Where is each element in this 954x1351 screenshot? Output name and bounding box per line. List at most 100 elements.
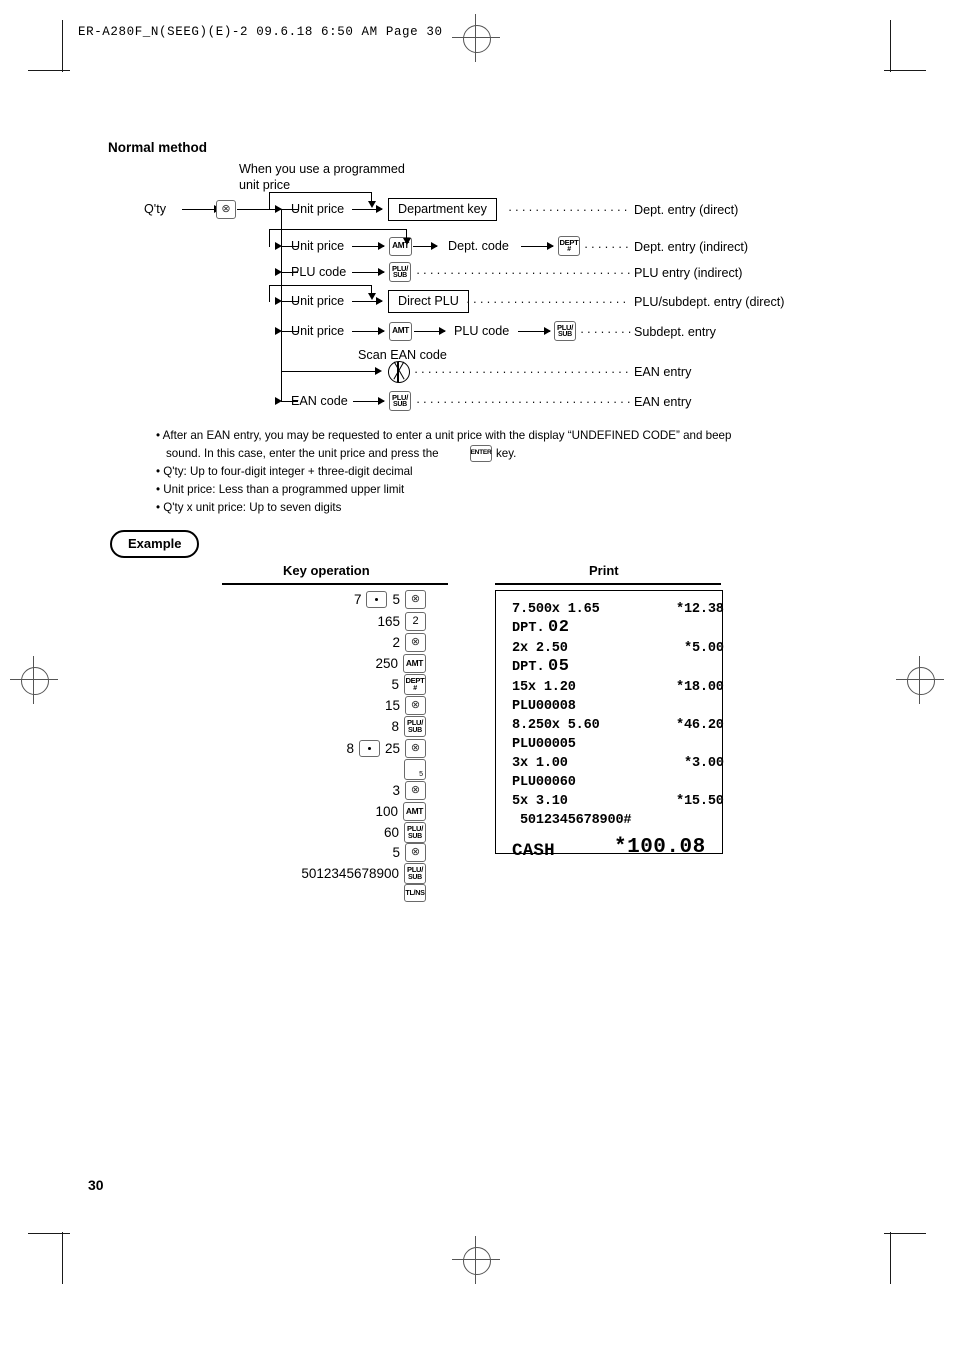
plu-sub-key-icon: PLU/SUB (389, 262, 411, 282)
flow-connector (281, 371, 378, 373)
operation-digits: 100 (375, 804, 398, 819)
crop-mark-bottom-right-horizontal (884, 1233, 926, 1234)
row-4-result-label: PLU/subdept. entry (direct) (634, 295, 785, 309)
multiply-key-icon: ⊗ (405, 781, 426, 800)
leader-dots: ········································… (416, 395, 630, 409)
multiply-key-icon: ⊗ (405, 739, 426, 758)
key-operation-row: 5 ⊗ (248, 843, 426, 862)
operation-digits: 2 (392, 635, 400, 650)
scan-ean-code-label: Scan EAN code (358, 348, 447, 362)
flow-arrow (275, 397, 282, 405)
flow-arrow-down (368, 293, 376, 300)
crop-mark-bottom-right-vertical (890, 1232, 891, 1284)
operation-digits: 7 (353, 592, 362, 607)
flow-start-label: Q'ty (144, 202, 166, 216)
key-operation-row: 60 PLU/SUB (248, 822, 426, 843)
row-1-input-label: Unit price (291, 202, 345, 216)
decimal-point-key-icon (358, 740, 380, 757)
key-operation-row: 7 5 ⊗ (248, 590, 426, 609)
entry-method-flow-diagram: When you use a programmed unit price Q't… (0, 0, 954, 430)
operation-digits: 8 (391, 719, 399, 734)
operation-digits: 3 (392, 783, 400, 798)
leader-dots: ·········· (580, 325, 632, 339)
flow-arrow (275, 297, 282, 305)
key-operation-row: 250 AMT (248, 654, 426, 673)
receipt-line-left: 5x 3.10 (512, 794, 568, 809)
row-3-input-label: PLU code (291, 265, 347, 279)
key-operation-row: TL/NS (248, 884, 426, 902)
flow-bypass-vertical (269, 229, 271, 247)
multiply-key-icon: ⊗ (405, 843, 426, 862)
flow-connector (182, 209, 214, 211)
receipt-line-left: 2x 2.50 (512, 641, 568, 656)
receipt-line-left: 8.250x 5.60 (512, 718, 600, 733)
plu-sub-key-icon: PLU/SUB (404, 863, 426, 884)
key-operation-row: 5 (248, 759, 426, 780)
multiply-key-icon: ⊗ (405, 633, 426, 652)
flow-arrow (275, 268, 282, 276)
receipt-total-amount: *100.08 (614, 836, 706, 859)
key-operation-row: 8 PLU/SUB (248, 716, 426, 737)
operation-digits: 165 (377, 614, 400, 629)
flow-arrow (378, 268, 385, 276)
flow-arrow-down (368, 201, 376, 208)
receipt-line-right: *46.20 (676, 718, 724, 733)
receipt-line-left: 3x 1.00 (512, 756, 568, 771)
key-operation-row: 2 ⊗ (248, 633, 426, 652)
key-operation-row: 100 AMT (248, 802, 426, 821)
operation-digits: 5012345678900 (301, 866, 399, 881)
operation-digits: 60 (383, 825, 399, 840)
row-6-result-label: EAN entry (634, 365, 692, 379)
flow-arrow (376, 297, 383, 305)
dept-number-key-icon: DEPT # (558, 236, 580, 256)
print-rule (495, 583, 721, 585)
operation-digits: 15 (384, 698, 400, 713)
row-2-mid-label: Dept. code (448, 239, 509, 253)
department-2-key-icon: 2 (405, 612, 426, 631)
flow-arrow (544, 327, 551, 335)
receipt-line-right: *3.00 (684, 756, 724, 771)
receipt-dept-number: 05 (548, 657, 570, 676)
operation-digits-2: 25 (384, 741, 400, 756)
flow-bypass-horizontal (269, 229, 407, 231)
flow-arrow (376, 205, 383, 213)
flow-arrow-down (403, 238, 411, 245)
registration-mark-right (896, 656, 944, 704)
key-operation-row: 15 ⊗ (248, 696, 426, 715)
row-5-result-label: Subdept. entry (634, 325, 716, 339)
operation-digits-2: 5 (392, 592, 400, 607)
row-7-result-label: EAN entry (634, 395, 692, 409)
key-operation-row: 165 2 (248, 612, 426, 631)
ean-scan-icon (388, 361, 410, 383)
multiply-key-icon: ⊗ (405, 696, 426, 715)
direct-plu-key-box: Direct PLU (388, 290, 469, 313)
multiply-key-icon: ⊗ (216, 200, 236, 219)
example-badge: Example (110, 530, 200, 558)
row-3-result-label: PLU entry (indirect) (634, 266, 743, 280)
leader-dots: ········· (584, 240, 632, 254)
crop-mark-bottom-left-horizontal (28, 1233, 70, 1234)
flow-arrow (275, 327, 282, 335)
leader-dots: ···································· (466, 295, 630, 309)
enter-key-icon: ENTER (470, 445, 492, 462)
key-operation-rule (222, 583, 448, 585)
registration-mark-bottom (452, 1236, 500, 1284)
flow-bypass-vertical (269, 192, 271, 210)
operation-digits: 5 (391, 677, 399, 692)
amt-key-icon: AMT (403, 802, 426, 821)
key-operation-row: 5 DEPT # (248, 674, 426, 695)
key-operation-row: 5012345678900 PLU/SUB (220, 863, 426, 884)
receipt-line-left: PLU00008 (512, 699, 576, 714)
row-5-input-label: Unit price (291, 324, 345, 338)
registration-mark-left (10, 656, 58, 704)
receipt-ean-line: 5012345678900# (512, 813, 632, 828)
note-line-2: sound. In this case, enter the unit pric… (166, 447, 439, 460)
key-operation-row: 8 25 ⊗ (248, 739, 426, 758)
receipt-line-left: DPT. (512, 660, 545, 675)
flow-arrow (378, 327, 385, 335)
receipt-paper: 7.500x 1.65 *12.38 DPT. 02 2x 2.50 *5.00… (495, 590, 724, 861)
amt-key-icon: AMT (389, 322, 412, 341)
receipt-line-right: *12.38 (676, 602, 724, 617)
receipt-line-right: *18.00 (676, 680, 724, 695)
flow-bypass-horizontal (269, 285, 372, 287)
